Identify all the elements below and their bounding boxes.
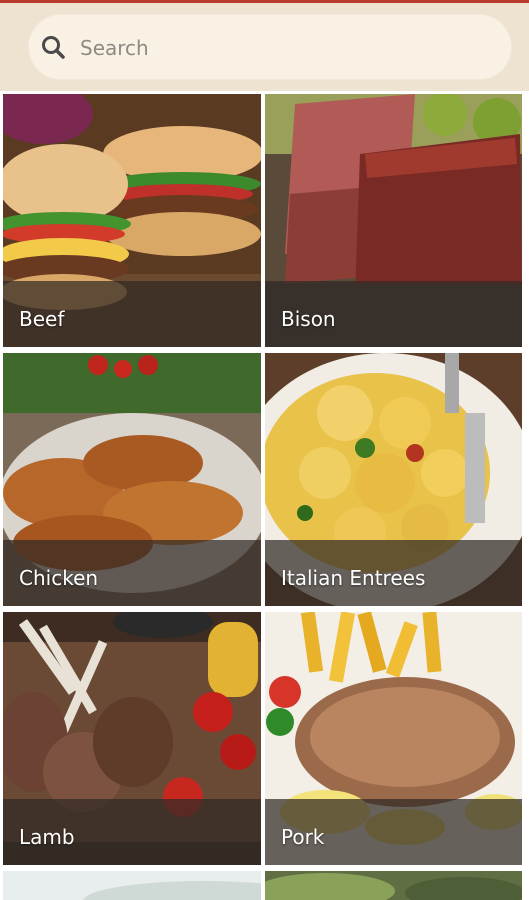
partial-food-image [3,871,261,900]
search-field[interactable] [28,14,512,82]
category-tile-partial-right[interactable] [265,871,522,900]
category-tile-lamb[interactable]: Lamb [3,612,261,865]
category-tile-bison[interactable]: Bison [265,94,522,347]
category-label: Beef [19,307,65,331]
category-label: Bison [281,307,336,331]
category-tile-pork[interactable]: Pork [265,612,522,865]
search-input[interactable] [78,14,502,82]
category-label: Italian Entrees [281,566,426,590]
partial-food-image [265,871,522,900]
category-label: Lamb [19,825,75,849]
category-label: Chicken [19,566,99,590]
search-icon [42,36,65,59]
category-tile-italian-entrees[interactable]: Italian Entrees [265,353,522,606]
category-grid: Beef Bison Chicken Italian Entrees Lamb … [0,91,529,900]
search-bar-area [0,3,529,93]
category-tile-partial-left[interactable] [3,871,261,900]
category-tile-beef[interactable]: Beef [3,94,261,347]
category-tile-chicken[interactable]: Chicken [3,353,261,606]
category-label: Pork [281,825,325,849]
